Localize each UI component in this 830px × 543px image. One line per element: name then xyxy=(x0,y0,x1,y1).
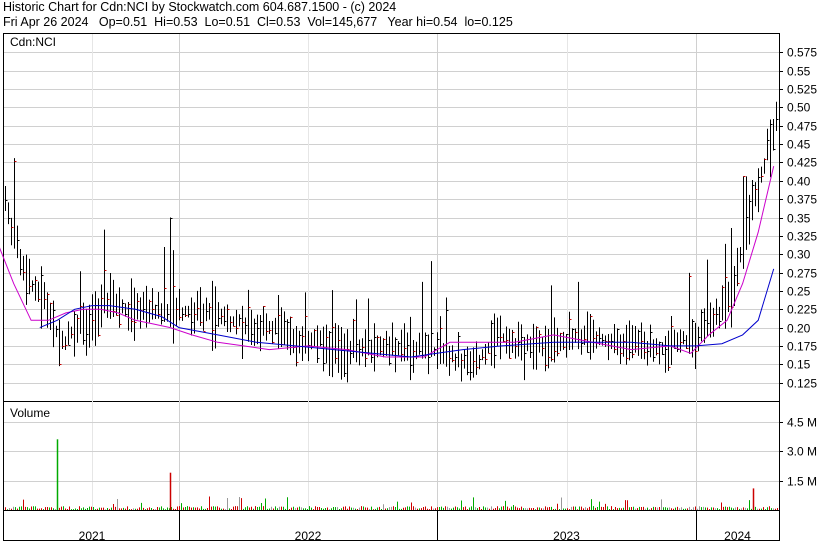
stock-chart: Cdn:NCI Volume 0.5750.550.5250.500.4750.… xyxy=(0,33,817,543)
long-moving-average-line xyxy=(39,268,775,358)
price-tick-label: 0.375 xyxy=(787,193,817,207)
volume-tick-label: 4.5 M xyxy=(787,416,817,430)
price-tick-label: 0.175 xyxy=(787,340,817,354)
year-axis-frame xyxy=(3,510,780,541)
price-tick-label: 0.35 xyxy=(787,212,811,226)
year-label: 2022 xyxy=(295,529,322,543)
price-tick-label: 0.525 xyxy=(787,83,817,97)
price-tick-label: 0.45 xyxy=(787,138,811,152)
price-bars xyxy=(5,101,779,383)
price-tick-label: 0.475 xyxy=(787,120,817,134)
price-tick-label: 0.225 xyxy=(787,303,817,317)
price-tick-label: 0.40 xyxy=(787,175,811,189)
price-tick-label: 0.15 xyxy=(787,358,811,372)
year-label: 2023 xyxy=(553,529,580,543)
price-tick-label: 0.50 xyxy=(787,101,811,115)
volume-tick-label: 1.5 M xyxy=(787,475,817,489)
volume-tick-label: 3.0 M xyxy=(787,445,817,459)
price-tick-label: 0.20 xyxy=(787,322,811,336)
volume-panel-frame xyxy=(3,401,780,511)
price-tick-label: 0.30 xyxy=(787,248,811,262)
volume-bars xyxy=(5,439,778,510)
year-label: 2024 xyxy=(724,529,751,543)
symbol-label: Cdn:NCI xyxy=(10,35,56,49)
price-tick-label: 0.575 xyxy=(787,46,817,60)
year-label: 2021 xyxy=(79,529,106,543)
price-tick-label: 0.25 xyxy=(787,285,811,299)
price-tick-label: 0.325 xyxy=(787,230,817,244)
price-tick-label: 0.425 xyxy=(787,156,817,170)
price-y-axis: 0.575 0.55 0.525 0.50 0.475 0.45 0.425 0.40 0.37… xyxy=(779,46,817,391)
volume-label: Volume xyxy=(10,406,50,420)
grid-lines xyxy=(4,34,779,541)
price-tick-label: 0.55 xyxy=(787,65,811,79)
price-tick-label: 0.275 xyxy=(787,267,817,281)
volume-y-axis: 4.5 M 3.0 M 1.5 M xyxy=(779,416,817,489)
price-tick-label: 0.125 xyxy=(787,377,817,391)
